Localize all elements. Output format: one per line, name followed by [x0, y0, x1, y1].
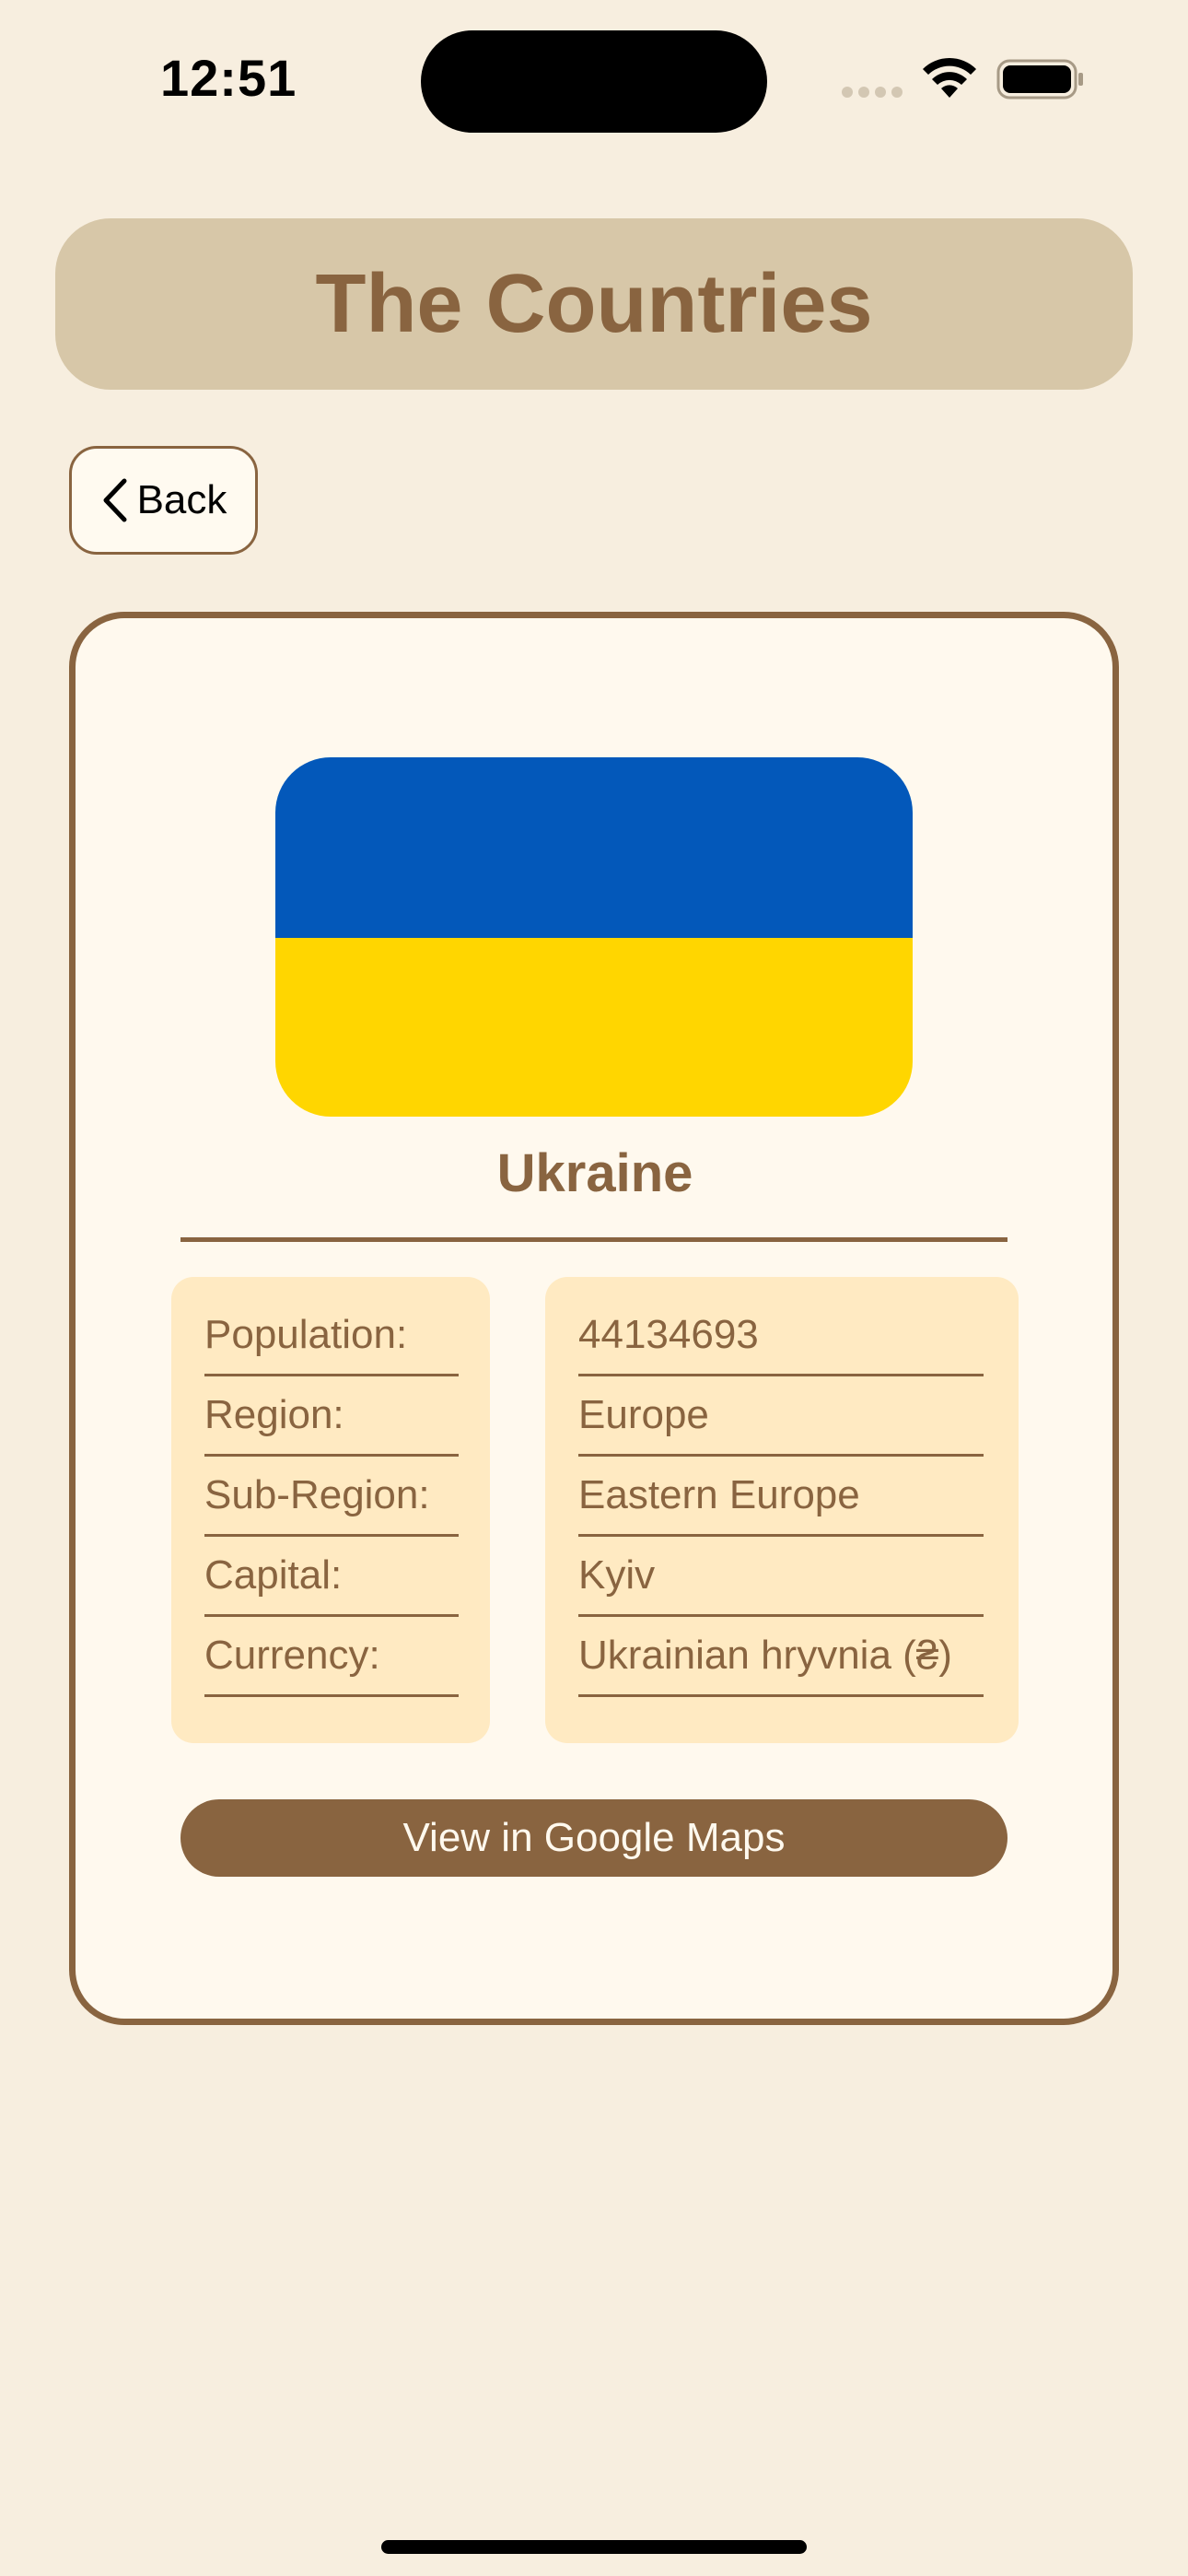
flag-yellow-stripe [275, 938, 913, 1117]
population-label: Population: [204, 1296, 459, 1376]
sub-region-label: Sub-Region: [204, 1457, 459, 1537]
dynamic-island [421, 30, 767, 133]
battery-icon [996, 59, 1083, 100]
status-time: 12:51 [160, 49, 297, 107]
name-divider [181, 1237, 1007, 1242]
view-in-google-maps-button[interactable]: View in Google Maps [181, 1799, 1007, 1877]
detail-labels-panel: Population: Region: Sub-Region: Capital:… [171, 1277, 490, 1743]
app-title: The Countries [315, 257, 873, 350]
detail-values-panel: 44134693 Europe Eastern Europe Kyiv Ukra… [545, 1277, 1019, 1743]
population-value: 44134693 [578, 1296, 984, 1376]
wifi-icon [923, 57, 976, 98]
capital-label: Capital: [204, 1537, 459, 1617]
app-header: The Countries [55, 218, 1133, 390]
capital-value: Kyiv [578, 1537, 984, 1617]
currency-label: Currency: [204, 1617, 459, 1697]
back-button[interactable]: Back [69, 446, 258, 555]
back-button-label: Back [136, 477, 227, 522]
cellular-signal-icon [842, 87, 904, 98]
flag-blue-stripe [275, 757, 913, 938]
country-name: Ukraine [496, 1143, 693, 1203]
country-flag [275, 757, 913, 1117]
home-indicator[interactable] [381, 2540, 807, 2554]
region-label: Region: [204, 1376, 459, 1457]
chevron-left-icon [103, 478, 127, 522]
country-detail-screen: 12:51 The Countries Back Ukraine Populat… [0, 0, 1188, 2576]
sub-region-value: Eastern Europe [578, 1457, 984, 1537]
region-value: Europe [578, 1376, 984, 1457]
currency-value: Ukrainian hryvnia (₴) [578, 1617, 984, 1697]
